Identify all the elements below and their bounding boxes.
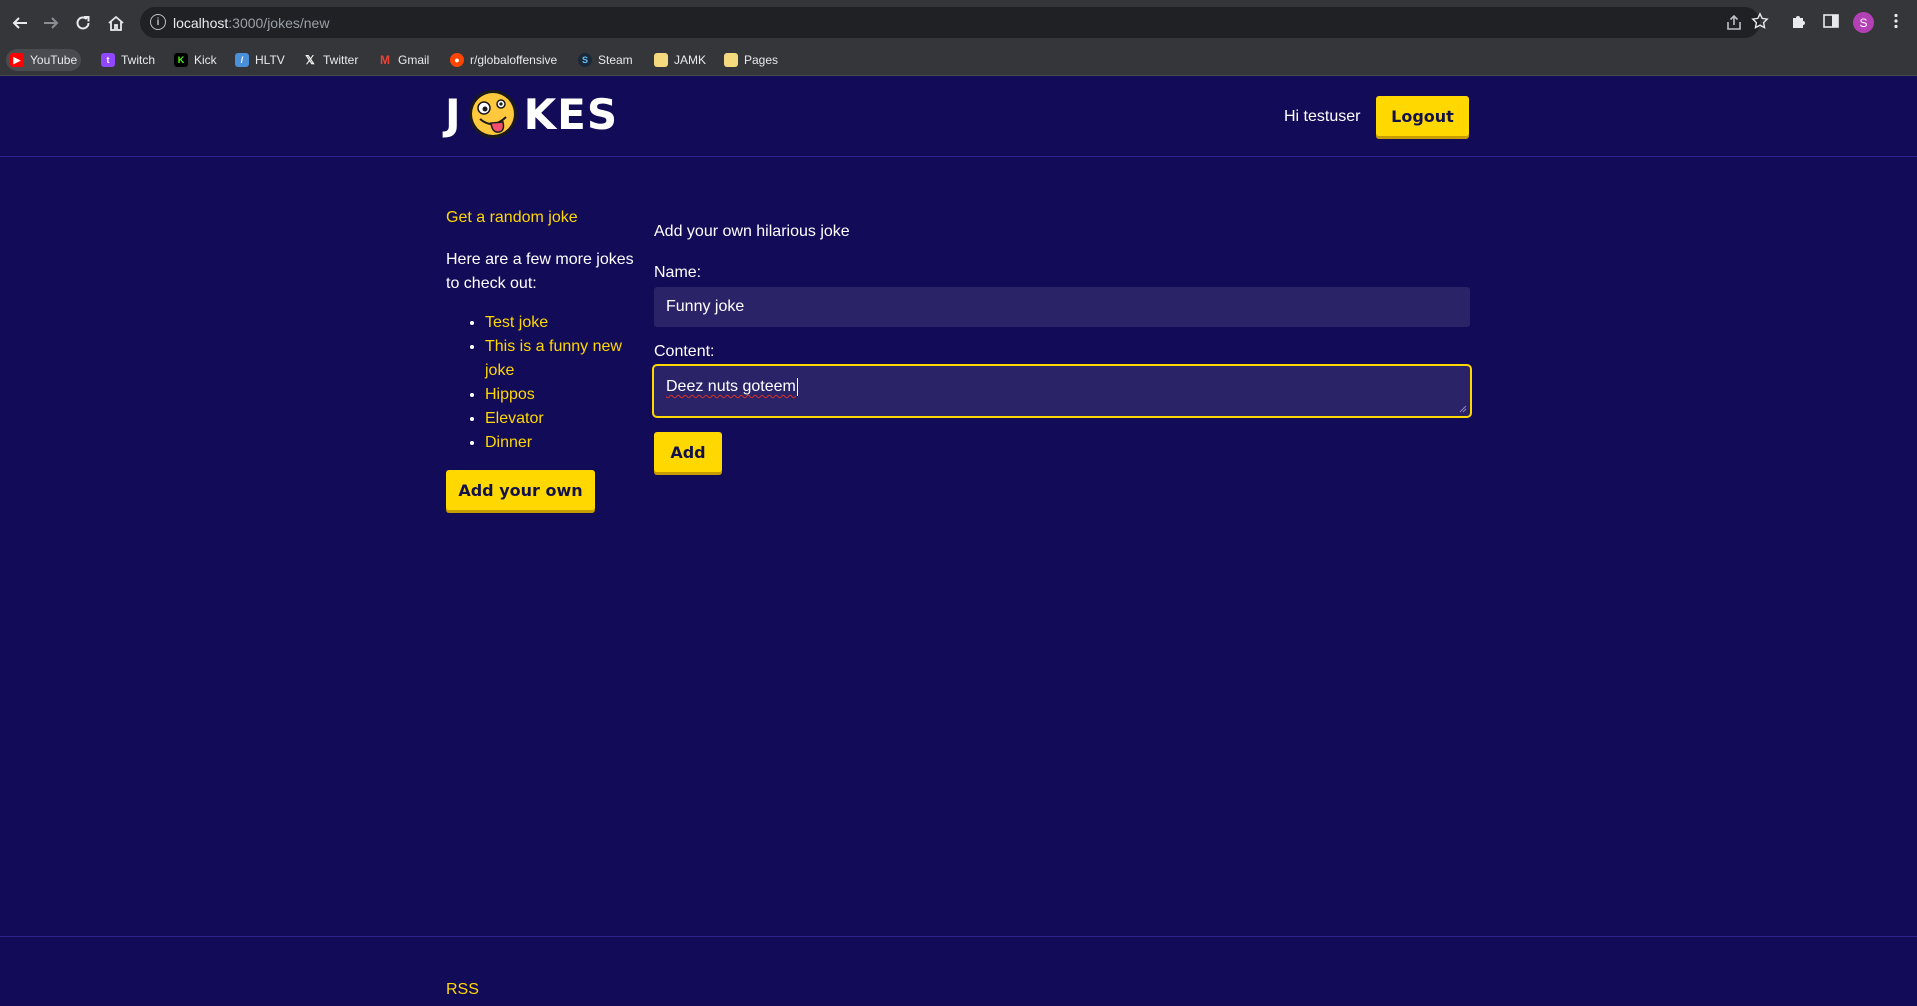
content-text: Deez nuts goteem xyxy=(666,378,796,396)
kick-icon: K xyxy=(174,53,188,67)
bookmark-label: HLTV xyxy=(255,53,285,67)
more-jokes-intro: Here are a few more jokes to check out: xyxy=(446,251,634,292)
joke-link[interactable]: Test joke xyxy=(485,311,639,335)
rss-link[interactable]: RSS xyxy=(446,981,479,999)
bookmark-youtube[interactable]: ▶ YouTube xyxy=(6,49,82,71)
site-logo[interactable]: J KES xyxy=(445,86,618,142)
logo-text-left: J xyxy=(445,89,462,139)
joke-link[interactable]: Dinner xyxy=(485,431,639,455)
resize-handle-icon[interactable] xyxy=(1459,405,1467,413)
youtube-icon: ▶ xyxy=(10,53,24,67)
random-joke-link[interactable]: Get a random joke xyxy=(446,209,578,227)
jokes-list: Test joke This is a funny new joke Hippo… xyxy=(469,311,639,455)
bookmark-label: Twitter xyxy=(323,53,359,67)
bookmark-label: YouTube xyxy=(30,53,78,67)
content-label: Content: xyxy=(654,343,715,360)
reload-icon[interactable] xyxy=(70,10,96,36)
forward-icon[interactable] xyxy=(38,10,64,36)
bookmark-label: Steam xyxy=(598,53,633,67)
gmail-icon: M xyxy=(380,53,390,67)
add-button[interactable]: Add xyxy=(654,432,722,472)
profile-avatar[interactable]: S xyxy=(1853,12,1874,33)
logo-text-right: KES xyxy=(523,89,619,139)
url-host: localhost xyxy=(173,15,229,31)
bookmark-jamk[interactable]: JAMK xyxy=(650,49,710,71)
back-icon[interactable] xyxy=(7,10,33,36)
zany-face-emoji-icon xyxy=(468,90,517,138)
bookmark-hltv[interactable]: / HLTV xyxy=(231,49,289,71)
bookmark-reddit[interactable]: ● r/globaloffensive xyxy=(446,49,561,71)
hltv-icon: / xyxy=(235,53,249,67)
bookmark-star-icon[interactable] xyxy=(1750,11,1770,31)
add-your-own-button[interactable]: Add your own xyxy=(446,470,595,510)
home-icon[interactable] xyxy=(103,10,129,36)
site-header: J KES Hi testuser Logout xyxy=(0,76,1917,157)
joke-link[interactable]: Elevator xyxy=(485,407,639,431)
bookmark-gmail[interactable]: M Gmail xyxy=(374,49,433,71)
share-icon[interactable] xyxy=(1725,14,1743,32)
joke-link[interactable]: Hippos xyxy=(485,383,639,407)
site-info-icon[interactable]: i xyxy=(150,14,166,30)
bookmark-label: Kick xyxy=(194,53,217,67)
browser-chrome: i localhost:3000/jokes/new S ▶ YouTube t… xyxy=(0,0,1917,76)
x-icon: 𝕏 xyxy=(305,53,315,67)
address-bar[interactable]: i localhost:3000/jokes/new xyxy=(140,7,1760,38)
name-label: Name: xyxy=(654,264,702,281)
url-text[interactable]: localhost:3000/jokes/new xyxy=(173,15,329,31)
name-input[interactable]: Funny joke xyxy=(654,287,1470,327)
bookmark-steam[interactable]: S Steam xyxy=(574,49,637,71)
bookmark-label: Twitch xyxy=(121,53,156,67)
bookmark-twitter[interactable]: 𝕏 Twitter xyxy=(299,49,362,71)
jokes-page: J KES Hi testuser Logout Get a random jo… xyxy=(0,76,1917,1006)
url-path: :3000/jokes/new xyxy=(228,15,330,31)
bookmark-twitch[interactable]: t Twitch xyxy=(97,49,159,71)
browser-toolbar: i localhost:3000/jokes/new S xyxy=(0,0,1917,45)
bookmark-label: r/globaloffensive xyxy=(470,53,558,67)
reddit-icon: ● xyxy=(450,53,464,67)
side-panel-icon[interactable] xyxy=(1821,11,1841,31)
browser-menu-icon[interactable] xyxy=(1886,11,1906,31)
logout-button[interactable]: Logout xyxy=(1376,96,1469,136)
site-footer: RSS xyxy=(0,936,1917,1006)
bookmark-label: Pages xyxy=(744,53,779,67)
bookmark-label: Gmail xyxy=(398,53,430,67)
extensions-icon[interactable] xyxy=(1789,11,1809,31)
joke-link[interactable]: This is a funny new joke xyxy=(485,335,639,383)
text-caret xyxy=(796,378,798,396)
user-greeting: Hi testuser xyxy=(1284,108,1361,125)
steam-icon: S xyxy=(578,53,592,67)
content-textarea[interactable]: Deez nuts goteem xyxy=(652,364,1472,418)
bookmark-label: JAMK xyxy=(674,53,707,67)
folder-icon xyxy=(654,53,668,67)
form-title: Add your own hilarious joke xyxy=(654,223,850,240)
twitch-icon: t xyxy=(101,53,115,67)
bookmarks-bar: ▶ YouTube t Twitch K Kick / HLTV 𝕏 Twitt… xyxy=(0,45,1917,76)
bookmark-pages[interactable]: Pages xyxy=(720,49,782,71)
bookmark-kick[interactable]: K Kick xyxy=(170,49,221,71)
folder-icon xyxy=(724,53,738,67)
